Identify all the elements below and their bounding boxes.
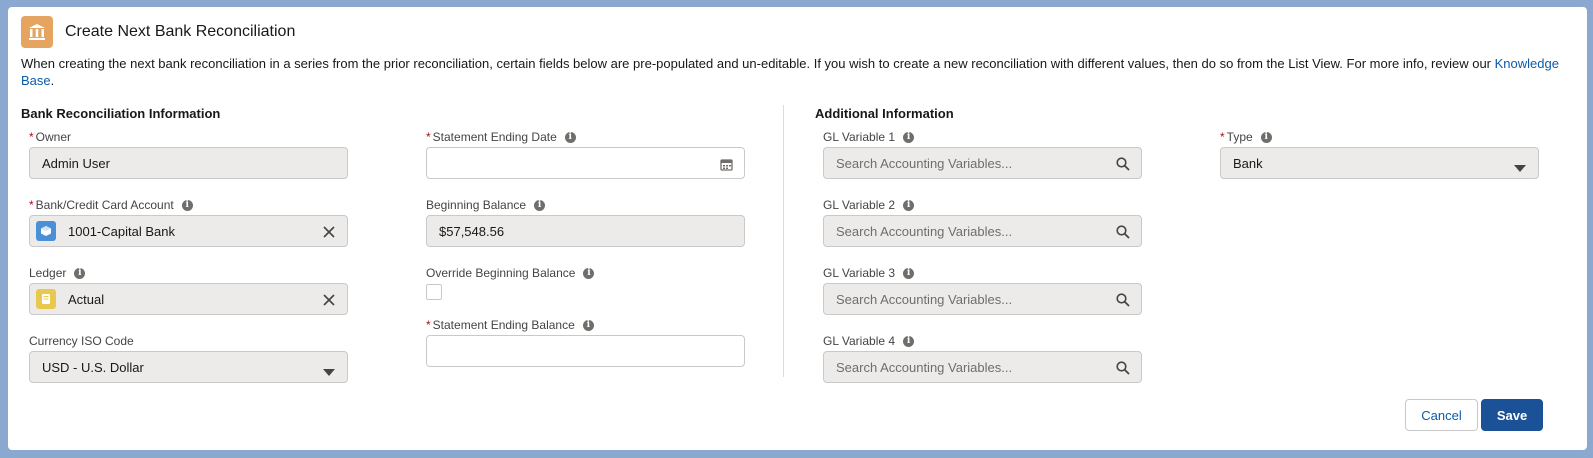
required-mark: * — [29, 130, 34, 144]
statement-end-balance-label: Statement Ending Balance — [432, 318, 575, 332]
gl1-label: GL Variable 1 — [823, 130, 896, 144]
statement-end-date-label: Statement Ending Date — [432, 130, 557, 144]
owner-field: * Owner Admin User — [29, 128, 348, 179]
info-icon[interactable]: i — [903, 267, 915, 279]
info-icon[interactable]: i — [74, 267, 86, 279]
intro-end: . — [50, 73, 55, 88]
search-icon — [1115, 360, 1131, 376]
modal-title: Create Next Bank Reconciliation — [65, 23, 296, 40]
currency-select[interactable]: USD - U.S. Dollar — [29, 351, 348, 383]
statement-end-balance-field: * Statement Ending Balance i — [426, 316, 745, 367]
gl-variable-4-field: GL Variable 4 i Search Accounting Variabl… — [823, 332, 1142, 383]
info-icon[interactable]: i — [903, 335, 915, 347]
gl1-placeholder: Search Accounting Variables... — [836, 155, 1013, 171]
type-value: Bank — [1233, 155, 1263, 171]
modal-header: Create Next Bank Reconciliation — [21, 16, 295, 48]
override-beginning-balance-field: Override Beginning Balance i — [426, 264, 745, 300]
info-icon[interactable]: i — [903, 131, 915, 143]
currency-field: Currency ISO Code USD - U.S. Dollar — [29, 332, 348, 383]
gl4-label: GL Variable 4 — [823, 334, 896, 348]
section-bank-info: Bank Reconciliation Information — [21, 106, 221, 121]
beginning-balance-field: Beginning Balance i $57,548.56 — [426, 196, 745, 247]
gl4-placeholder: Search Accounting Variables... — [836, 359, 1013, 375]
owner-value: Admin User — [42, 155, 110, 171]
ledger-value: Actual — [68, 291, 105, 307]
currency-label: Currency ISO Code — [29, 334, 134, 348]
info-icon[interactable]: i — [1260, 131, 1272, 143]
intro-body: When creating the next bank reconciliati… — [21, 56, 1495, 71]
account-badge-icon — [36, 221, 56, 241]
modal: Create Next Bank Reconciliation When cre… — [8, 7, 1587, 450]
gl-variable-4-search[interactable]: Search Accounting Variables... — [823, 351, 1142, 383]
info-icon[interactable]: i — [564, 131, 576, 143]
column-divider — [783, 105, 784, 377]
gl2-placeholder: Search Accounting Variables... — [836, 223, 1013, 239]
bank-account-field: * Bank/Credit Card Account i 1001-Capital … — [29, 196, 348, 247]
gl-variable-1-field: GL Variable 1 i Search Accounting Variabl… — [823, 128, 1142, 179]
chevron-down-icon — [321, 364, 337, 380]
override-label: Override Beginning Balance — [426, 266, 576, 280]
required-mark: * — [1220, 130, 1225, 144]
beginning-balance-input[interactable]: $57,548.56 — [426, 215, 745, 247]
info-icon[interactable]: i — [582, 319, 594, 331]
gl3-label: GL Variable 3 — [823, 266, 896, 280]
statement-end-balance-input[interactable] — [426, 335, 745, 367]
search-icon — [1115, 156, 1131, 172]
info-icon[interactable]: i — [181, 199, 193, 211]
section-additional: Additional Information — [815, 106, 954, 121]
ledger-field: Ledger i Actual — [29, 264, 348, 315]
search-icon — [1115, 224, 1131, 240]
type-field: * Type i Bank — [1220, 128, 1539, 179]
bank-account-label: Bank/Credit Card Account — [35, 198, 174, 212]
cancel-button[interactable]: Cancel — [1405, 399, 1478, 431]
ledger-badge-icon — [36, 289, 56, 309]
intro-text: When creating the next bank reconciliati… — [21, 55, 1561, 89]
required-mark: * — [29, 198, 34, 212]
required-mark: * — [426, 130, 431, 144]
chevron-down-icon — [1512, 160, 1528, 176]
ledger-lookup[interactable]: Actual — [29, 283, 348, 315]
gl2-label: GL Variable 2 — [823, 198, 896, 212]
ledger-label: Ledger — [29, 266, 67, 280]
beginning-balance-value: $57,548.56 — [439, 223, 505, 239]
bank-icon — [21, 16, 53, 48]
statement-end-date-input[interactable] — [426, 147, 745, 179]
beginning-balance-label: Beginning Balance — [426, 198, 527, 212]
info-icon[interactable]: i — [534, 199, 546, 211]
gl3-placeholder: Search Accounting Variables... — [836, 291, 1013, 307]
owner-label: Owner — [35, 130, 72, 144]
statement-end-date-field: * Statement Ending Date i — [426, 128, 745, 179]
clear-icon[interactable] — [321, 224, 337, 240]
gl-variable-1-search[interactable]: Search Accounting Variables... — [823, 147, 1142, 179]
gl-variable-2-field: GL Variable 2 i Search Accounting Variabl… — [823, 196, 1142, 247]
type-select[interactable]: Bank — [1220, 147, 1539, 179]
owner-input[interactable]: Admin User — [29, 147, 348, 179]
currency-value: USD - U.S. Dollar — [42, 359, 144, 375]
clear-icon[interactable] — [321, 292, 337, 308]
info-icon[interactable]: i — [903, 199, 915, 211]
bank-account-value: 1001-Capital Bank — [68, 223, 175, 239]
gl-variable-2-search[interactable]: Search Accounting Variables... — [823, 215, 1142, 247]
override-checkbox[interactable] — [426, 284, 442, 300]
gl-variable-3-search[interactable]: Search Accounting Variables... — [823, 283, 1142, 315]
info-icon[interactable]: i — [583, 267, 595, 279]
calendar-icon[interactable] — [718, 156, 734, 172]
type-label: Type — [1226, 130, 1253, 144]
bank-account-lookup[interactable]: 1001-Capital Bank — [29, 215, 348, 247]
required-mark: * — [426, 318, 431, 332]
save-button[interactable]: Save — [1481, 399, 1543, 431]
gl-variable-3-field: GL Variable 3 i Search Accounting Variabl… — [823, 264, 1142, 315]
search-icon — [1115, 292, 1131, 308]
